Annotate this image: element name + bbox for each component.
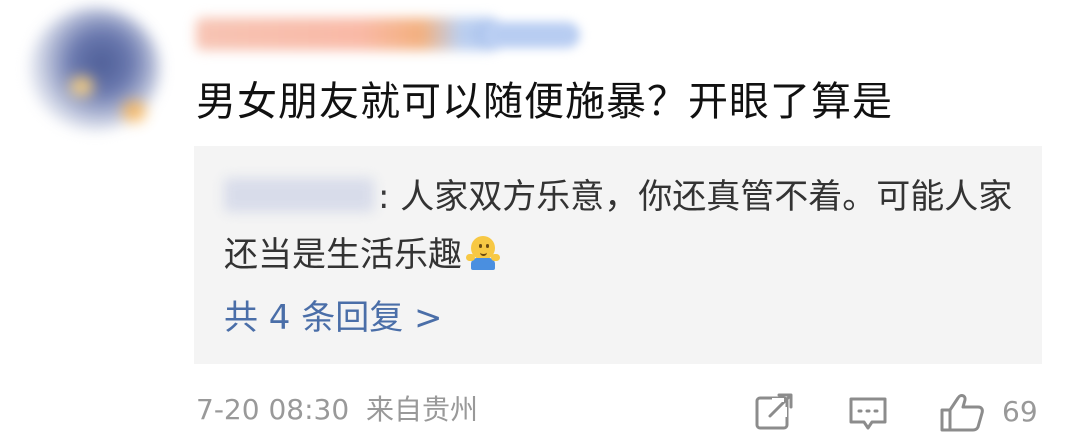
comment-button[interactable] (846, 390, 890, 434)
avatar[interactable] (30, 8, 160, 130)
shrug-emoji-icon (466, 236, 500, 270)
share-icon (755, 393, 793, 430)
comment-icon (849, 397, 887, 430)
reply-preview-box[interactable]: : 人家双方乐意，你还真管不着。可能人家还当是生活乐趣 共 4 条回复 > (194, 146, 1042, 364)
like-count: 69 (1002, 395, 1038, 428)
username-blurred[interactable] (196, 18, 496, 50)
view-more-replies-link[interactable]: 共 4 条回复 > (224, 296, 443, 340)
comment-text: 男女朋友就可以随便施暴？开眼了算是 (196, 79, 893, 125)
avatar-badge-dot (70, 76, 94, 96)
share-button[interactable] (752, 390, 796, 434)
comment-location: 来自贵州 (366, 393, 479, 426)
reply-text-block: : 人家双方乐意，你还真管不着。可能人家还当是生活乐趣 (224, 168, 1014, 284)
comment-meta: 7-20 08:30 来自贵州 (196, 390, 478, 430)
like-button[interactable]: 69 (936, 390, 1056, 434)
thumbs-up-icon (940, 394, 984, 432)
reply-username-blurred[interactable] (224, 178, 374, 212)
user-badge-blurred (484, 22, 580, 48)
avatar-badge-dot (122, 100, 146, 122)
comment-date: 7-20 08:30 (196, 393, 350, 426)
